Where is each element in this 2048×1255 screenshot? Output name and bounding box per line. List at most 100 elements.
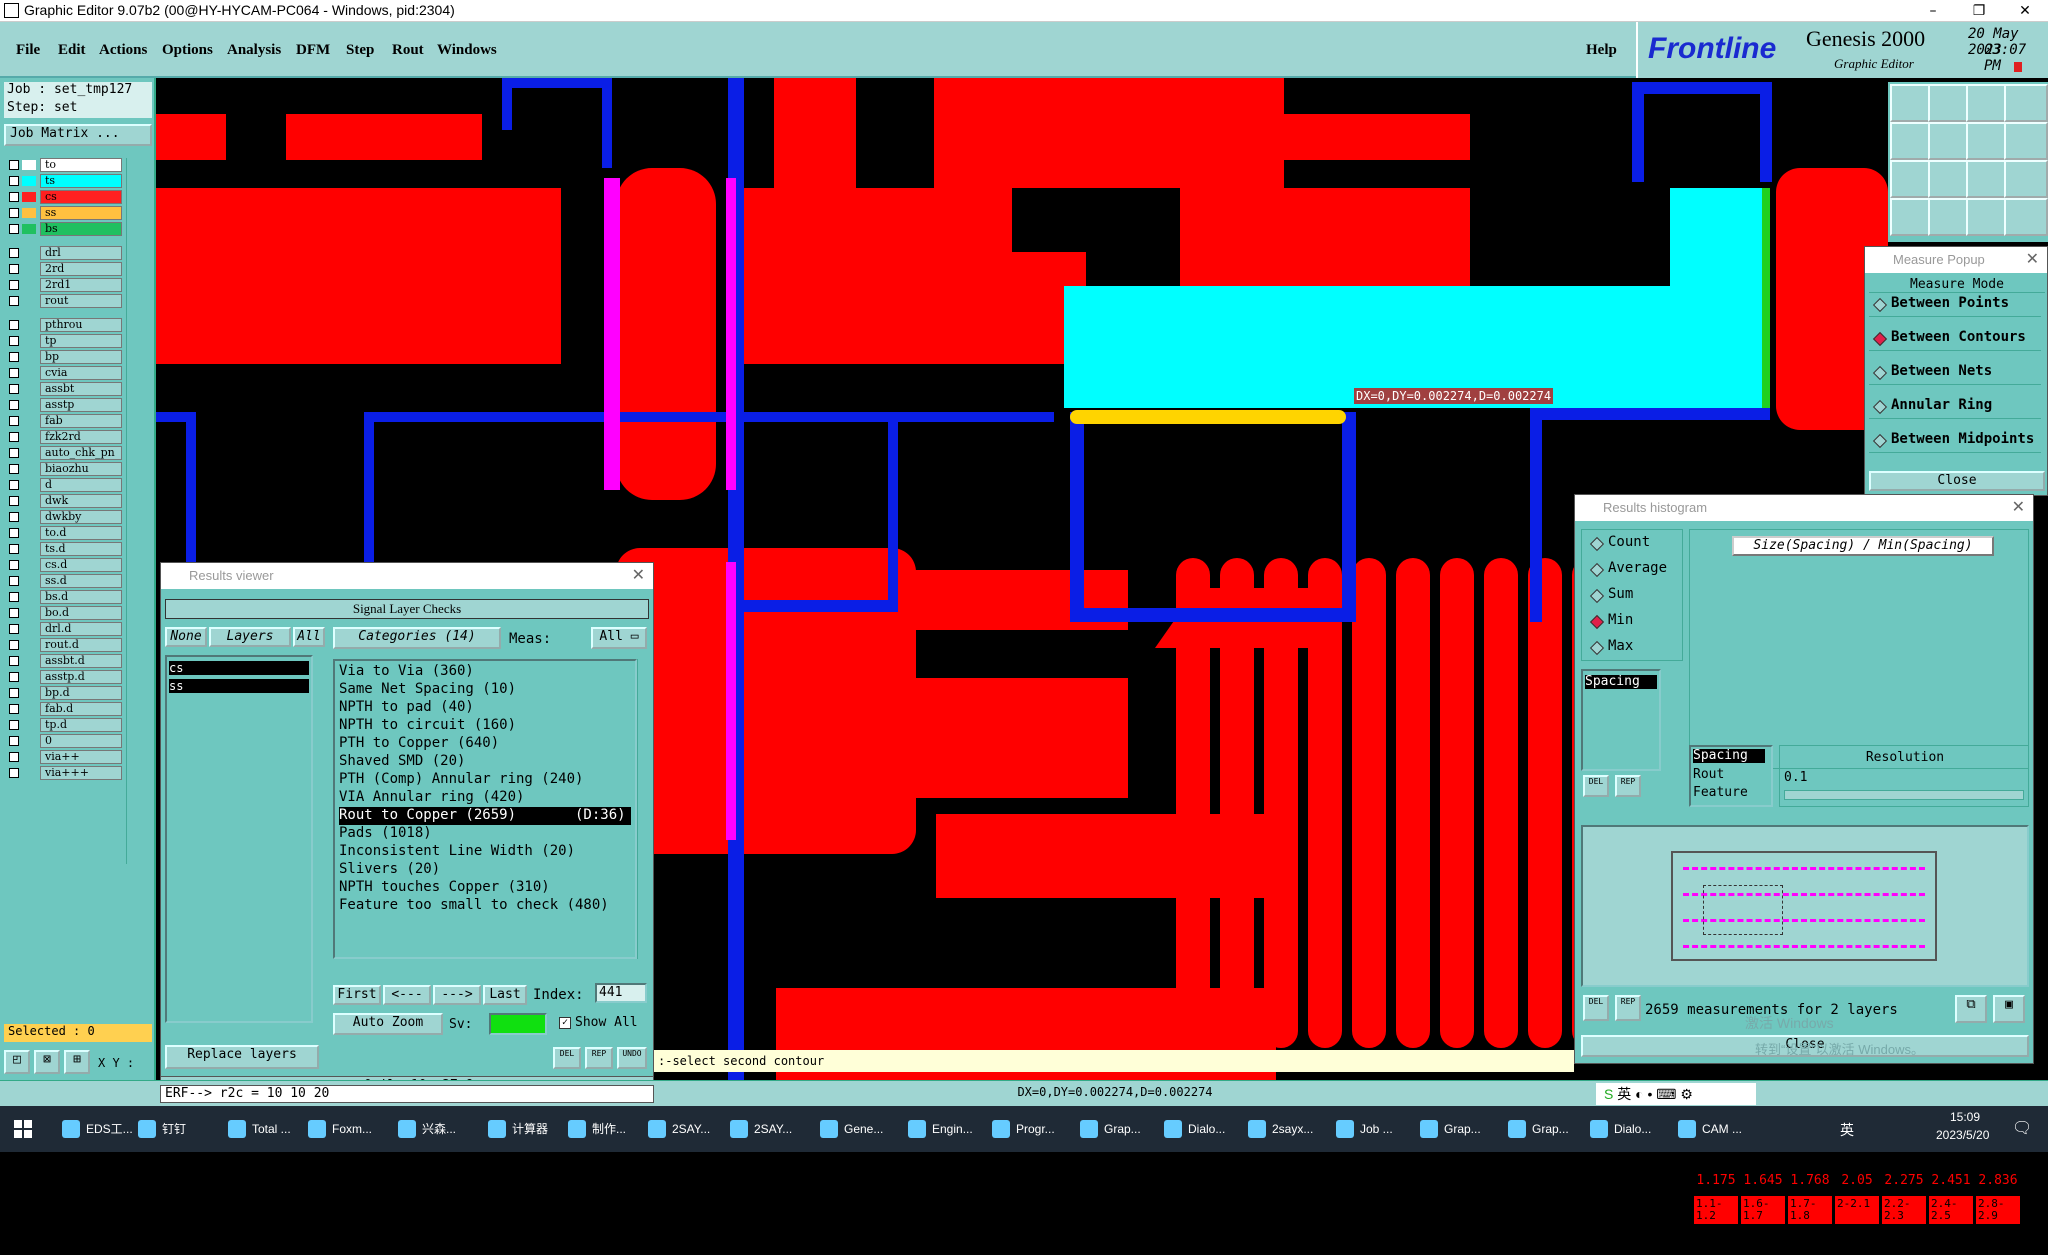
category-item[interactable]: Slivers (20) bbox=[339, 861, 440, 879]
taskbar-item[interactable]: Job ... bbox=[1334, 1114, 1414, 1144]
layer-name[interactable]: dwk bbox=[40, 494, 122, 508]
taskbar-item[interactable]: Dialo... bbox=[1588, 1114, 1668, 1144]
taskbar-item[interactable]: Grap... bbox=[1506, 1114, 1586, 1144]
layer-checkbox[interactable] bbox=[9, 592, 19, 602]
layer-checkbox[interactable] bbox=[9, 720, 19, 730]
ime-lang[interactable]: 英 bbox=[1617, 1086, 1631, 1102]
window-icon[interactable] bbox=[2004, 84, 2048, 122]
layer-row[interactable]: drl bbox=[4, 246, 124, 260]
layer-row[interactable]: dwkby bbox=[4, 510, 124, 524]
category-scrollbar[interactable] bbox=[637, 659, 651, 959]
stat-option[interactable]: Min bbox=[1586, 612, 1682, 634]
tray-lang[interactable]: 英 bbox=[1840, 1120, 1854, 1140]
layer-row[interactable]: bs bbox=[4, 222, 124, 236]
stat-option[interactable]: Max bbox=[1586, 638, 1682, 660]
layer-checkbox[interactable] bbox=[9, 560, 19, 570]
layer-name[interactable]: ss bbox=[40, 206, 122, 220]
menu-dfm[interactable]: DFM bbox=[296, 42, 330, 59]
layer-checkbox[interactable] bbox=[9, 432, 19, 442]
layer-checkbox[interactable] bbox=[9, 400, 19, 410]
histogram-bin[interactable]: 1.7-1.8 bbox=[1787, 1195, 1833, 1225]
taskbar-item[interactable]: Total ... bbox=[226, 1114, 306, 1144]
tool-icon-2[interactable]: ⊠ bbox=[34, 1050, 60, 1074]
layer-checkbox[interactable] bbox=[9, 320, 19, 330]
category-item[interactable]: Feature too small to check (480) bbox=[339, 897, 609, 915]
layer-row[interactable]: rout.d bbox=[4, 638, 124, 652]
layer-checkbox[interactable] bbox=[9, 384, 19, 394]
menu-options[interactable]: Options bbox=[162, 42, 213, 59]
layer-name[interactable]: rout bbox=[40, 294, 122, 308]
layer-checkbox[interactable] bbox=[9, 576, 19, 586]
measure-mode-option[interactable]: Between Contours bbox=[1869, 329, 2041, 351]
layer-checkbox[interactable] bbox=[9, 416, 19, 426]
measure-mode-option[interactable]: Between Nets bbox=[1869, 363, 2041, 385]
help-icon[interactable] bbox=[2004, 160, 2048, 198]
menu-help[interactable]: Help bbox=[1586, 42, 1617, 59]
layer-row[interactable]: assbt.d bbox=[4, 654, 124, 668]
layer-row[interactable]: fab.d bbox=[4, 702, 124, 716]
taskbar-item[interactable]: Grap... bbox=[1078, 1114, 1158, 1144]
histogram-bin[interactable]: 2.2-2.3 bbox=[1881, 1195, 1927, 1225]
histogram-bin[interactable]: 1.6-1.7 bbox=[1740, 1195, 1786, 1225]
layer-name[interactable]: cs bbox=[40, 190, 122, 204]
layer-row[interactable]: asstp.d bbox=[4, 670, 124, 684]
layer-name[interactable]: ts.d bbox=[40, 542, 122, 556]
layer-name[interactable]: rout.d bbox=[40, 638, 122, 652]
taskbar-item[interactable]: EDS工... bbox=[60, 1114, 140, 1144]
layer-checkbox[interactable] bbox=[9, 176, 19, 186]
measure-mode-option[interactable]: Annular Ring bbox=[1869, 397, 2041, 419]
taskbar-item[interactable]: CAM ... bbox=[1676, 1114, 1756, 1144]
close-icon[interactable]: ✕ bbox=[632, 563, 645, 589]
category-item[interactable]: PTH (Comp) Annular ring (240) bbox=[339, 771, 583, 789]
layer-name[interactable]: assbt.d bbox=[40, 654, 122, 668]
taskbar-item[interactable]: 制作... bbox=[566, 1114, 646, 1144]
maximize-button[interactable]: ❐ bbox=[1956, 0, 2002, 22]
layer-checkbox[interactable] bbox=[9, 352, 19, 362]
histogram-bin[interactable]: 2-2.1 bbox=[1834, 1195, 1880, 1225]
layer-checkbox[interactable] bbox=[9, 736, 19, 746]
layer-name[interactable]: bo.d bbox=[40, 606, 122, 620]
layer-checkbox[interactable] bbox=[9, 656, 19, 666]
layer-checkbox[interactable] bbox=[9, 224, 19, 234]
category-item[interactable]: PTH to Copper (640) bbox=[339, 735, 499, 753]
layer-row[interactable]: via+++ bbox=[4, 766, 124, 780]
layer-checkbox[interactable] bbox=[9, 496, 19, 506]
layer-name[interactable]: to.d bbox=[40, 526, 122, 540]
layer-row[interactable]: ss.d bbox=[4, 574, 124, 588]
measure-mode-option[interactable]: Between Midpoints bbox=[1869, 431, 2041, 453]
stat-option[interactable]: Average bbox=[1586, 560, 1682, 582]
layer-name[interactable]: tp bbox=[40, 334, 122, 348]
layer-row[interactable]: fab bbox=[4, 414, 124, 428]
category-item[interactable]: Via to Via (360) bbox=[339, 663, 474, 681]
category-item[interactable]: NPTH touches Copper (310) bbox=[339, 879, 550, 897]
layer-name[interactable]: bs.d bbox=[40, 590, 122, 604]
snap-icon[interactable] bbox=[2004, 122, 2048, 160]
layer-row[interactable]: 0 bbox=[4, 734, 124, 748]
layer-row[interactable]: pthrou bbox=[4, 318, 124, 332]
layer-row[interactable]: to bbox=[4, 158, 124, 172]
export-icon[interactable]: ⧉ bbox=[1955, 995, 1987, 1023]
layer-name[interactable]: dwkby bbox=[40, 510, 122, 524]
menu-rout[interactable]: Rout bbox=[392, 42, 424, 59]
taskbar-item[interactable]: 计算器 bbox=[486, 1114, 566, 1144]
layer-row[interactable]: drl.d bbox=[4, 622, 124, 636]
layer-name[interactable]: 0 bbox=[40, 734, 122, 748]
taskbar-item[interactable]: 2SAY... bbox=[728, 1114, 808, 1144]
layer-row[interactable]: auto_chk_pn bbox=[4, 446, 124, 460]
result-layer-item[interactable]: ss bbox=[169, 679, 309, 693]
layer-checkbox[interactable] bbox=[9, 688, 19, 698]
notification-icon[interactable]: 🗨 bbox=[2012, 1118, 2032, 1137]
menu-edit[interactable]: Edit bbox=[58, 42, 86, 59]
board-preview[interactable] bbox=[1581, 825, 2029, 987]
taskbar-item[interactable]: 2sayx... bbox=[1246, 1114, 1326, 1144]
histogram-list-item[interactable]: Spacing bbox=[1693, 749, 1765, 763]
rep-button[interactable]: REP bbox=[585, 1047, 613, 1069]
layer-name[interactable]: cvia bbox=[40, 366, 122, 380]
layer-row[interactable]: fzk2rd bbox=[4, 430, 124, 444]
layer-checkbox[interactable] bbox=[9, 640, 19, 650]
none-button[interactable]: None bbox=[165, 627, 207, 647]
stat-option[interactable]: Count bbox=[1586, 534, 1682, 556]
layer-name[interactable]: bp bbox=[40, 350, 122, 364]
del-button[interactable]: DEL bbox=[553, 1047, 581, 1069]
layer-checkbox[interactable] bbox=[9, 768, 19, 778]
